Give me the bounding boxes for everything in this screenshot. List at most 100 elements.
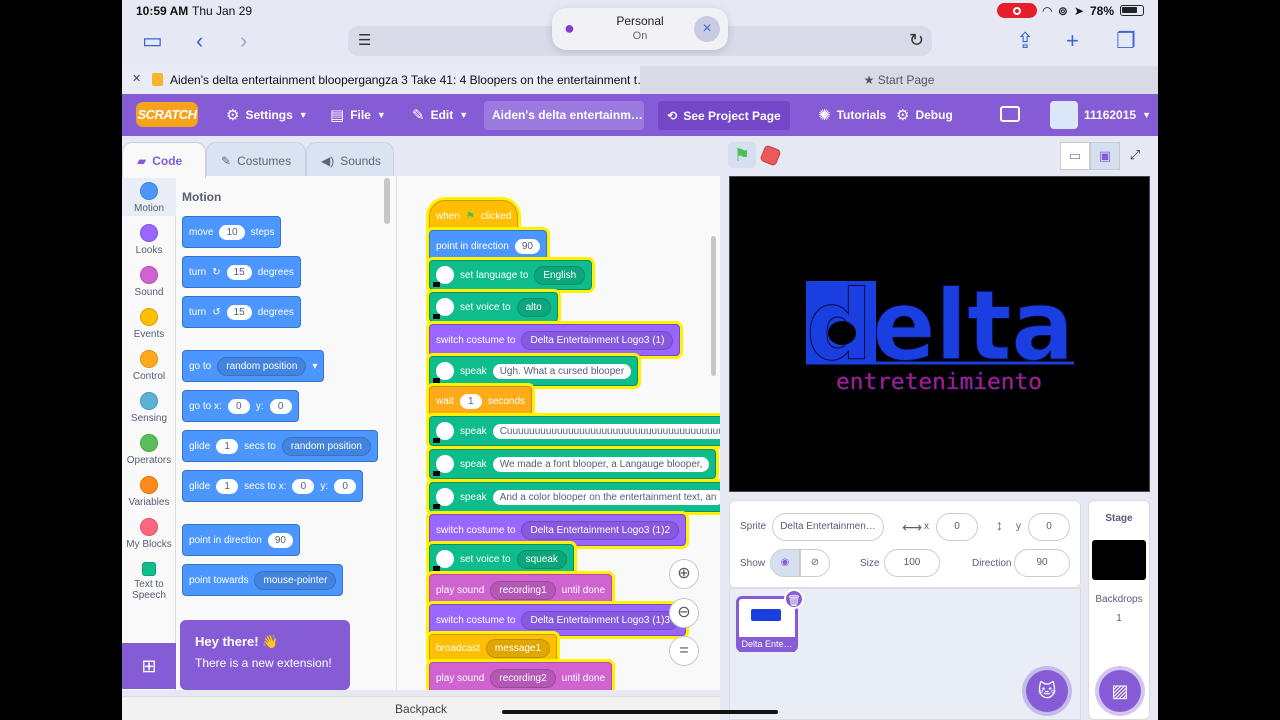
block-when-flag-clicked[interactable]: when ⚑ clicked <box>429 200 519 232</box>
tab-costumes[interactable]: ✎ Costumes <box>206 142 306 178</box>
block-input[interactable]: 90 <box>267 532 293 548</box>
normal-stage-button[interactable]: ▣ <box>1090 142 1120 170</box>
category-operators[interactable]: Operators <box>122 434 176 466</box>
close-tab-icon[interactable]: ✕ <box>132 72 141 85</box>
block-play-sound[interactable]: play sound recording1 until done <box>429 574 613 606</box>
block-input[interactable]: 15 <box>226 304 252 320</box>
backdrop-thumbnail[interactable] <box>1092 540 1146 580</box>
tab-code[interactable]: ▰ Code <box>122 142 206 178</box>
tabs-overview-icon[interactable]: ❐ <box>1116 30 1136 52</box>
account-menu[interactable]: 11162015 ▼ <box>1084 94 1151 136</box>
back-icon[interactable]: ‹ <box>196 30 203 52</box>
reload-icon[interactable]: ↻ <box>909 30 924 51</box>
stop-button[interactable] <box>759 144 782 167</box>
script-scrollbar[interactable] <box>711 236 716 376</box>
block-speak[interactable]: speak And a color blooper on the enterta… <box>429 482 720 512</box>
block-input[interactable]: We made a font blooper, a Langauge bloop… <box>492 456 710 472</box>
block-point-direction[interactable]: point in direction 90 <box>429 230 547 262</box>
block-goto-xy[interactable]: go to x: 0 y: 0 <box>182 390 299 422</box>
small-stage-button[interactable]: ▭ <box>1060 142 1090 170</box>
block-input[interactable]: 90 <box>514 238 540 254</box>
block-input[interactable]: Cuuuuuuuuuuuuuuuuuuuuuuuuuuuuuuuuuuuuuuu <box>492 423 720 439</box>
category-text-to-speech[interactable]: Text to Speech <box>122 562 176 601</box>
sidebar-icon[interactable]: ▭ <box>142 30 163 52</box>
share-icon[interactable]: ⇪ <box>1016 30 1034 52</box>
block-dropdown[interactable]: alto <box>516 297 551 317</box>
palette-scrollbar[interactable] <box>384 178 390 224</box>
add-extension-button[interactable]: ⊞ <box>122 643 176 689</box>
block-switch-costume[interactable]: switch costume to Delta Entertainment Lo… <box>429 324 681 356</box>
show-hidden-button[interactable]: ⊘ <box>800 549 830 577</box>
green-flag-button[interactable]: ⚑ <box>728 142 756 168</box>
block-glide-random[interactable]: glide 1 secs to random position <box>182 430 378 462</box>
block-switch-costume[interactable]: switch costume to Delta Entertainment Lo… <box>429 514 687 546</box>
block-dropdown[interactable]: recording1 <box>490 580 556 600</box>
new-tab-icon[interactable]: + <box>1066 30 1079 52</box>
avatar[interactable] <box>1050 101 1078 129</box>
size-input[interactable]: 100 <box>884 549 940 577</box>
zoom-out-button[interactable]: ⊖ <box>669 598 699 628</box>
block-input[interactable]: 1 <box>459 393 482 409</box>
block-dropdown[interactable]: message1 <box>485 638 551 658</box>
block-input[interactable]: Ugh. What a cursed blooper <box>492 363 632 379</box>
settings-menu[interactable]: ⚙ Settings ▼ <box>226 94 308 136</box>
block-dropdown[interactable]: recording2 <box>490 668 556 688</box>
my-stuff-folder-icon[interactable] <box>1000 106 1020 122</box>
block-dropdown[interactable]: Delta Entertainment Logo3 (1)2 <box>521 520 680 540</box>
close-icon[interactable]: × <box>694 16 720 42</box>
show-visible-button[interactable]: ◉ <box>770 549 800 577</box>
file-menu[interactable]: ▤ File ▼ <box>330 94 386 136</box>
scratch-logo[interactable]: SCRATCH <box>136 102 198 127</box>
block-input[interactable]: And a color blooper on the entertainment… <box>492 489 720 505</box>
block-dropdown[interactable]: Delta Entertainment Logo3 (1) <box>521 330 674 350</box>
see-project-button[interactable]: ⟲ See Project Page <box>658 101 790 130</box>
fullscreen-button[interactable]: ⤢ <box>1120 142 1150 170</box>
reader-icon[interactable]: ☰ <box>358 31 371 49</box>
block-speak[interactable]: speak Ugh. What a cursed blooper <box>429 356 639 386</box>
block-play-sound[interactable]: play sound recording2 until done <box>429 662 613 690</box>
category-my-blocks[interactable]: My Blocks <box>122 518 176 550</box>
script-area[interactable]: when ⚑ clicked point in direction 90 set… <box>396 176 720 690</box>
block-speak[interactable]: speak We made a font blooper, a Langauge… <box>429 449 717 479</box>
block-input[interactable]: 0 <box>334 478 357 494</box>
block-input[interactable]: 0 <box>292 478 315 494</box>
block-switch-costume[interactable]: switch costume to Delta Entertainment Lo… <box>429 604 687 636</box>
block-point-direction[interactable]: point in direction 90 <box>182 524 300 556</box>
block-input[interactable]: 1 <box>216 438 239 454</box>
zoom-in-button[interactable]: ⊕ <box>669 559 699 589</box>
block-move[interactable]: move 10 steps <box>182 216 282 248</box>
tab-active[interactable]: ✕ Aiden's delta entertainment bloopergan… <box>122 66 640 94</box>
block-input[interactable]: 15 <box>226 264 252 280</box>
category-variables[interactable]: Variables <box>122 476 176 508</box>
block-speak[interactable]: speak Cuuuuuuuuuuuuuuuuuuuuuuuuuuuuuuuuu… <box>429 416 720 446</box>
block-input[interactable]: 0 <box>269 398 292 414</box>
delete-sprite-icon[interactable]: 🗑 <box>784 589 804 609</box>
block-dropdown[interactable]: Delta Entertainment Logo3 (1)3 <box>521 610 680 630</box>
block-turn-left[interactable]: turn ↺ 15 degrees <box>182 296 301 328</box>
block-broadcast[interactable]: broadcast message1 <box>429 634 558 662</box>
category-sensing[interactable]: Sensing <box>122 392 176 424</box>
block-dropdown[interactable]: English <box>534 265 586 285</box>
project-title-input[interactable]: Aiden's delta entertainm… <box>484 101 644 130</box>
add-backdrop-button[interactable]: ▨ <box>1099 670 1141 712</box>
direction-input[interactable]: 90 <box>1014 549 1070 577</box>
block-set-language[interactable]: set language to English <box>429 260 593 290</box>
stage-canvas[interactable]: delta entretenimiento <box>729 176 1150 492</box>
extension-tooltip[interactable]: Hey there! 👋 There is a new extension! <box>180 620 350 690</box>
block-input[interactable]: 1 <box>216 478 239 494</box>
block-dropdown[interactable]: random position <box>217 356 307 376</box>
x-input[interactable]: 0 <box>936 513 978 541</box>
debug-button[interactable]: ⚙ Debug <box>896 94 953 136</box>
block-set-voice[interactable]: set voice to alto <box>429 292 558 322</box>
backpack[interactable]: Backpack <box>122 696 720 720</box>
category-control[interactable]: Control <box>122 350 176 382</box>
edit-menu[interactable]: ✎ Edit ▼ <box>412 94 468 136</box>
category-looks[interactable]: Looks <box>122 224 176 256</box>
tab-start-page[interactable]: ★ Start Page <box>640 66 1158 94</box>
block-point-towards[interactable]: point towards mouse-pointer <box>182 564 344 596</box>
forward-icon[interactable]: › <box>240 30 247 52</box>
category-events[interactable]: Events <box>122 308 176 340</box>
block-dropdown[interactable]: squeak <box>516 549 567 569</box>
block-dropdown[interactable]: mouse-pointer <box>254 570 337 590</box>
tab-sounds[interactable]: ◀) Sounds <box>306 142 394 178</box>
